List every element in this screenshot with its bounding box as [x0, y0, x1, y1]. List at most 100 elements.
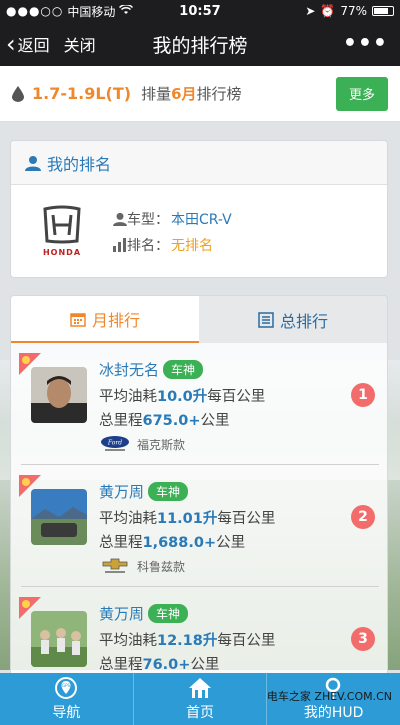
list-item[interactable]: 黄万周 车神 平均油耗11.01升每百公里 总里程1,688.0+公里 科鲁兹款… — [11, 465, 387, 587]
fuel-line: 平均油耗11.01升每百公里 — [99, 507, 275, 528]
nav-item-home[interactable]: 首页 — [134, 673, 268, 725]
list-item[interactable]: 黄万周 车神 平均油耗12.18升每百公里 总里程76.0+公里 3 — [11, 587, 387, 673]
distance-suffix: 公里 — [190, 657, 220, 673]
distance-value: 675.0+ — [142, 413, 201, 429]
user-name-row: 黄万周 车神 — [99, 481, 189, 502]
my-rank-title: 我的排名 — [47, 154, 112, 174]
distance-suffix: 公里 — [216, 535, 246, 551]
distance-value: 1,688.0+ — [142, 535, 217, 551]
ranking-tabs: 月排行 总排行 — [10, 295, 388, 343]
caption-suffix: 排行榜 — [196, 85, 242, 103]
distance-line: 总里程675.0+公里 — [99, 409, 230, 430]
model-label: 车型： — [127, 212, 169, 228]
nav-item-label: 导航 — [52, 705, 81, 721]
rank-number: 3 — [351, 627, 375, 651]
fuel-value: 10.0升 — [157, 389, 208, 405]
filter-caption: 排量6月排行榜 — [141, 83, 241, 104]
rank-row: 排名： 无排名 — [113, 235, 213, 255]
more-menu-button[interactable]: ••• — [343, 31, 388, 56]
model-row: 车型： 本田CR-V — [113, 209, 232, 229]
status-bar: ●●●○○ 中国移动 10:57 ➤ ⏰ 77% — [0, 0, 400, 22]
fuel-prefix: 平均油耗 — [99, 633, 157, 649]
back-label: 返回 — [17, 36, 50, 55]
tab-monthly-label: 月排行 — [91, 310, 140, 330]
distance-prefix: 总里程 — [99, 413, 143, 429]
avatar — [31, 367, 87, 423]
fuel-suffix: 每百公里 — [217, 633, 276, 649]
car-brand-row: 科鲁兹款 — [99, 557, 185, 575]
honda-emblem-icon — [43, 205, 81, 244]
user-icon — [25, 155, 41, 171]
car-model: 科鲁兹款 — [137, 559, 186, 574]
fuel-line: 平均油耗10.0升每百公里 — [99, 385, 265, 406]
month-label: 6月 — [171, 85, 197, 103]
tab-overall[interactable]: 总排行 — [199, 296, 387, 343]
home-icon — [189, 678, 211, 698]
clock: 10:57 — [179, 3, 221, 19]
honda-logo: HONDA — [31, 205, 93, 257]
distance-suffix: 公里 — [200, 413, 230, 429]
calendar-icon — [70, 312, 86, 327]
chevrolet-logo-icon — [102, 558, 128, 573]
filter-bar: 1.7-1.9L(T) 排量6月排行榜 更多 — [0, 66, 400, 122]
gps-icon: GPS — [55, 677, 78, 699]
battery-icon — [372, 6, 394, 16]
tab-monthly[interactable]: 月排行 — [11, 296, 199, 343]
fuel-value: 11.01升 — [157, 511, 218, 527]
person-icon — [113, 212, 127, 226]
rank-label: 排名： — [127, 238, 169, 254]
status-badge: 车神 — [148, 604, 189, 623]
svg-text:GPS: GPS — [62, 683, 71, 688]
user-name: 冰封无名 — [99, 361, 160, 379]
status-badge: 车神 — [163, 360, 204, 379]
more-button[interactable]: 更多 — [336, 76, 388, 111]
fuel-value: 12.18升 — [157, 633, 218, 649]
ford-logo-icon: Ford — [101, 436, 129, 451]
honda-logo-text: HONDA — [42, 248, 82, 257]
distance-line: 总里程1,688.0+公里 — [99, 531, 245, 552]
fuel-suffix: 每百公里 — [217, 511, 276, 527]
my-rank-body: HONDA 车型： 本田CR-V 排名： 无排名 — [11, 185, 387, 277]
caption-prefix: 排量 — [141, 85, 172, 103]
avatar — [31, 489, 87, 545]
svg-text:Ford: Ford — [107, 440, 122, 447]
car-brand-row: Ford 福克斯款 — [99, 435, 185, 453]
user-name-row: 黄万周 车神 — [99, 603, 189, 624]
my-rank-card: 我的排名 HONDA 车型： 本田CR-V 排名： 无排名 — [10, 140, 388, 278]
user-name: 黄万周 — [99, 605, 145, 623]
tab-overall-label: 总排行 — [279, 311, 328, 331]
avatar — [31, 611, 87, 667]
back-button[interactable]: ‹ 返回 — [0, 32, 50, 56]
rank-value: 无排名 — [171, 238, 213, 254]
watermark-text: 电车之家 ZHEV.COM.CN — [266, 690, 392, 703]
nav-item-label: 我的HUD — [303, 705, 364, 721]
status-badge: 车神 — [148, 482, 189, 501]
model-value: 本田CR-V — [171, 212, 232, 228]
page-title: 我的排行榜 — [152, 34, 248, 57]
car-model: 福克斯款 — [137, 437, 186, 452]
rank-number: 2 — [351, 505, 375, 529]
distance-prefix: 总里程 — [99, 657, 143, 673]
distance-line: 总里程76.0+公里 — [99, 653, 219, 673]
list-item[interactable]: 冰封无名 车神 平均油耗10.0升每百公里 总里程675.0+公里 Ford 福… — [11, 343, 387, 465]
user-name: 黄万周 — [99, 483, 145, 501]
close-button[interactable]: 关闭 — [64, 32, 96, 56]
fuel-prefix: 平均油耗 — [99, 389, 157, 405]
distance-value: 76.0+ — [142, 657, 191, 673]
my-rank-header: 我的排名 — [11, 141, 387, 185]
user-name-row: 冰封无名 车神 — [99, 359, 204, 380]
distance-prefix: 总里程 — [99, 535, 143, 551]
displacement-range: 1.7-1.9L(T) — [32, 84, 132, 103]
fuel-prefix: 平均油耗 — [99, 511, 157, 527]
fuel-line: 平均油耗12.18升每百公里 — [99, 629, 275, 650]
bar-chart-icon — [113, 238, 126, 252]
nav-item-navigation[interactable]: GPS 导航 — [0, 673, 134, 725]
rank-number: 1 — [351, 383, 375, 407]
fuel-suffix: 每百公里 — [207, 389, 266, 405]
fuel-drop-icon — [12, 85, 24, 102]
nav-item-label: 首页 — [186, 705, 214, 721]
ranking-list: 冰封无名 车神 平均油耗10.0升每百公里 总里程675.0+公里 Ford 福… — [10, 343, 388, 673]
nav-bar: ‹ 返回 关闭 我的排行榜 ••• — [0, 22, 400, 66]
list-icon — [258, 311, 274, 328]
chevron-left-icon: ‹ — [6, 30, 16, 58]
